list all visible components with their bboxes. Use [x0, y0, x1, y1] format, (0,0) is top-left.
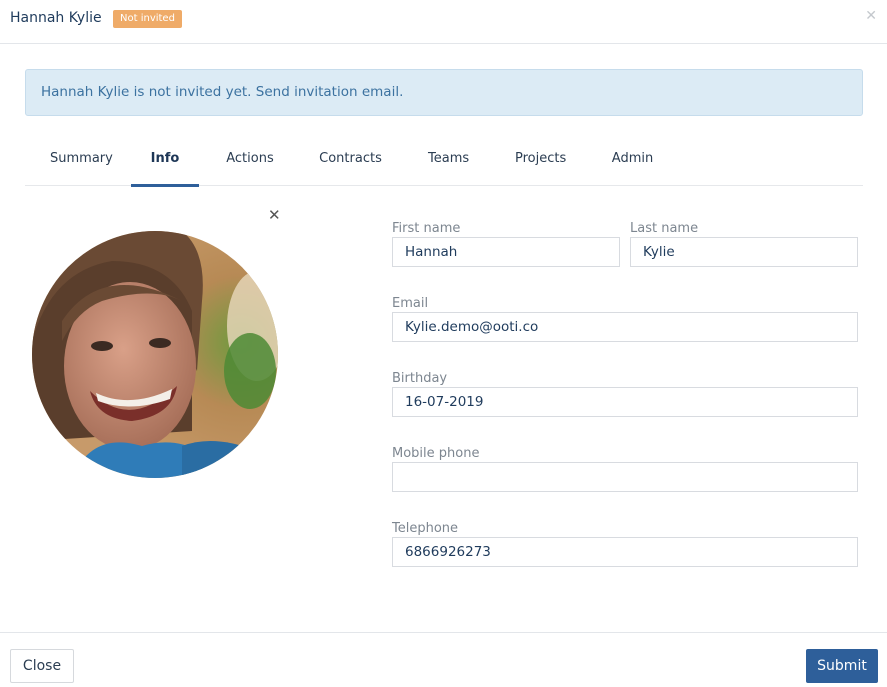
tab-actions[interactable]: Actions: [226, 139, 274, 186]
telephone-label: Telephone: [392, 521, 459, 536]
email-field[interactable]: [392, 312, 858, 342]
status-badge: Not invited: [113, 10, 182, 28]
avatar[interactable]: [32, 231, 278, 478]
modal-title: Hannah Kylie: [10, 10, 102, 26]
modal-footer: Close Submit: [0, 632, 887, 687]
telephone-field[interactable]: [392, 537, 858, 567]
tab-summary[interactable]: Summary: [50, 139, 113, 186]
tab-admin[interactable]: Admin: [611, 139, 654, 186]
tab-contracts[interactable]: Contracts: [319, 139, 382, 186]
modal-header: Hannah Kylie Not invited ✕: [0, 0, 887, 44]
submit-button[interactable]: Submit: [806, 649, 878, 683]
tab-projects[interactable]: Projects: [515, 139, 566, 186]
first-name-label: First name: [392, 221, 461, 236]
birthday-field[interactable]: [392, 387, 858, 417]
tab-info[interactable]: Info: [131, 139, 199, 187]
send-invitation-link[interactable]: Send invitation email.: [256, 84, 404, 100]
first-name-field[interactable]: [392, 237, 620, 267]
tab-teams[interactable]: Teams: [428, 139, 469, 186]
tab-bar: Summary Info Actions Contracts Teams Pro…: [25, 139, 863, 187]
invitation-alert: Hannah Kylie is not invited yet. Send in…: [25, 69, 863, 116]
profile-photo: [32, 231, 278, 478]
user-modal: Hannah Kylie Not invited ✕ Hannah Kylie …: [0, 0, 887, 687]
birthday-label: Birthday: [392, 371, 448, 386]
alert-text: Hannah Kylie is not invited yet.: [41, 84, 256, 100]
mobile-phone-label: Mobile phone: [392, 446, 480, 461]
last-name-label: Last name: [630, 221, 699, 236]
remove-photo-icon[interactable]: ✕: [268, 206, 281, 224]
close-button[interactable]: Close: [10, 649, 74, 683]
last-name-field[interactable]: [630, 237, 858, 267]
mobile-phone-field[interactable]: [392, 462, 858, 492]
close-icon[interactable]: ✕: [865, 8, 877, 24]
email-label: Email: [392, 296, 429, 311]
